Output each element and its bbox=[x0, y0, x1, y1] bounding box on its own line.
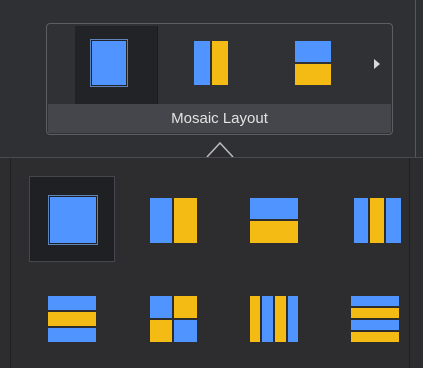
layout-quad-grid-icon bbox=[150, 296, 197, 342]
layout-single-icon bbox=[90, 39, 128, 87]
group-label: Mosaic Layout bbox=[48, 104, 391, 133]
layout-split-horizontal-icon bbox=[295, 41, 331, 85]
dropdown-pointer-icon bbox=[206, 141, 234, 158]
layout-split-vertical-icon bbox=[194, 41, 228, 85]
layout-three-rows-icon bbox=[48, 296, 96, 342]
scroll-right-button[interactable] bbox=[367, 52, 387, 76]
layout-option-single[interactable] bbox=[29, 176, 115, 262]
layout-option-three-rows[interactable] bbox=[29, 274, 115, 360]
triangle-right-icon bbox=[374, 59, 380, 69]
layout-split-horizontal-icon bbox=[250, 198, 298, 243]
quick-layout-divider bbox=[157, 26, 158, 106]
layout-four-columns-icon bbox=[250, 296, 298, 342]
quick-layout-split-horizontal-button[interactable] bbox=[279, 26, 349, 106]
panel-left-edge bbox=[10, 158, 11, 368]
quick-layout-single-button[interactable] bbox=[75, 26, 157, 106]
ribbon-right-edge bbox=[415, 0, 416, 157]
layout-single-icon bbox=[48, 195, 98, 245]
layout-option-four-columns[interactable] bbox=[231, 274, 317, 360]
mosaic-layout-dropdown bbox=[0, 157, 423, 368]
layout-three-columns-icon bbox=[354, 198, 401, 243]
layout-option-split-horizontal[interactable] bbox=[231, 176, 317, 262]
quick-layout-split-vertical-button[interactable] bbox=[177, 26, 247, 106]
layout-option-three-columns[interactable] bbox=[331, 176, 409, 262]
layout-option-four-rows[interactable] bbox=[331, 274, 409, 360]
layout-four-rows-icon bbox=[351, 296, 399, 342]
layout-option-quad-grid[interactable] bbox=[131, 274, 217, 360]
panel-right-edge bbox=[409, 158, 410, 368]
layout-split-vertical-icon bbox=[150, 198, 197, 243]
mosaic-layout-group: Mosaic Layout bbox=[46, 23, 393, 135]
layout-option-split-vertical[interactable] bbox=[131, 176, 217, 262]
